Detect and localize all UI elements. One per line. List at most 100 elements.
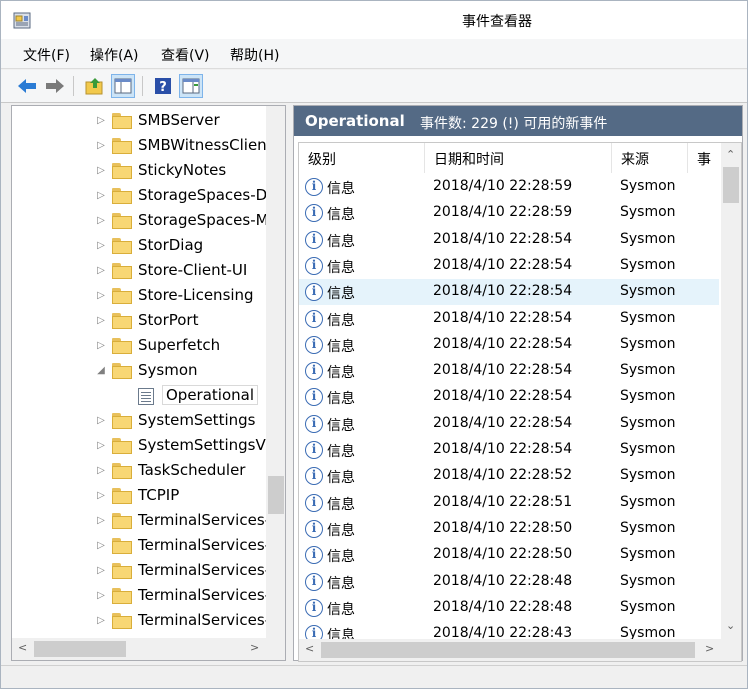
expand-arrow-icon[interactable]: ▷ <box>96 565 106 576</box>
scroll-thumb[interactable] <box>268 476 284 514</box>
expand-arrow-icon[interactable]: ▷ <box>96 340 106 351</box>
event-source: Sysmon <box>620 230 676 247</box>
tree-item[interactable]: ◢ Sysmon <box>12 359 266 384</box>
tree-item[interactable]: ▷ TerminalServices- <box>12 509 270 534</box>
expand-arrow-icon[interactable]: ▷ <box>96 465 106 476</box>
event-row[interactable]: i 信息 2018/4/10 22:28:54 Sysmon <box>299 358 719 384</box>
event-level: 信息 <box>327 233 355 250</box>
event-row[interactable]: i 信息 2018/4/10 22:28:59 Sysmon <box>299 200 719 226</box>
tree-item[interactable]: ▷ SMBServer <box>12 109 266 134</box>
collapse-arrow-icon[interactable]: ◢ <box>96 365 106 376</box>
help-button[interactable]: ? <box>151 74 175 98</box>
menu-view[interactable]: 查看(V) <box>161 45 210 65</box>
event-row[interactable]: i 信息 2018/4/10 22:28:51 Sysmon <box>299 490 719 516</box>
scroll-thumb[interactable] <box>723 167 739 203</box>
column-header-event[interactable]: 事 <box>695 143 721 173</box>
tree-item-label: TerminalServices- <box>138 586 271 604</box>
scroll-left-icon[interactable]: < <box>18 641 27 654</box>
forward-button[interactable] <box>43 74 67 98</box>
tree-horizontal-scrollbar[interactable]: < > <box>12 638 266 660</box>
event-row[interactable]: i 信息 2018/4/10 22:28:54 Sysmon <box>299 411 719 437</box>
tree-item[interactable]: ▷ TaskScheduler <box>12 459 266 484</box>
tree-item[interactable]: ▷ StorPort <box>12 309 266 334</box>
tree-item[interactable]: ▷ TCPIP <box>12 484 266 509</box>
folder-icon <box>112 563 132 579</box>
tree-item[interactable]: ▷ StorDiag <box>12 234 266 259</box>
expand-arrow-icon[interactable]: ▷ <box>96 190 106 201</box>
tree-item[interactable]: ▷ StickyNotes <box>12 159 266 184</box>
event-row[interactable]: i 信息 2018/4/10 22:28:54 Sysmon <box>299 279 719 306</box>
expand-arrow-icon[interactable]: ▷ <box>96 115 106 126</box>
show-hide-console-tree-button[interactable] <box>111 74 135 98</box>
menu-help[interactable]: 帮助(H) <box>230 45 279 65</box>
scroll-up-icon[interactable]: ⌃ <box>726 148 735 161</box>
tree-item[interactable]: ▷ Store-Client-UI <box>12 259 266 284</box>
event-source: Sysmon <box>620 256 676 273</box>
event-row[interactable]: i 信息 2018/4/10 22:28:48 Sysmon <box>299 569 719 595</box>
back-button[interactable] <box>15 74 39 98</box>
scroll-down-icon[interactable]: ⌄ <box>726 619 735 632</box>
tree-item[interactable]: ▷ StorageSpaces-D <box>12 184 267 209</box>
expand-arrow-icon[interactable]: ▷ <box>96 215 106 226</box>
events-vertical-scrollbar[interactable]: ⌃ ⌄ <box>721 143 741 639</box>
scroll-thumb[interactable] <box>321 642 695 658</box>
tree-item[interactable]: ▷ TerminalServices- <box>12 534 270 559</box>
expand-arrow-icon[interactable]: ▷ <box>96 540 106 551</box>
folder-icon <box>112 488 132 504</box>
tree-item[interactable]: Operational <box>12 384 266 409</box>
tree-item[interactable]: ▷ Superfetch <box>12 334 266 359</box>
event-level: 信息 <box>327 207 355 224</box>
tree-item[interactable]: ▷ TerminalServices- <box>12 559 270 584</box>
events-grid[interactable]: 级别 日期和时间 来源 事 i 信息 2018/4/10 22:28:59 Sysmo… <box>298 142 742 662</box>
event-row[interactable]: i 信息 2018/4/10 22:28:54 Sysmon <box>299 227 719 253</box>
tree-item[interactable]: ▷ TerminalServices- <box>12 584 270 609</box>
expand-arrow-icon[interactable]: ▷ <box>96 240 106 251</box>
expand-arrow-icon[interactable]: ▷ <box>96 415 106 426</box>
scroll-right-icon[interactable]: > <box>250 641 259 654</box>
scroll-thumb[interactable] <box>34 641 126 657</box>
event-row[interactable]: i 信息 2018/4/10 22:28:54 Sysmon <box>299 437 719 463</box>
tree-item[interactable]: ▷ StorageSpaces-M <box>12 209 269 234</box>
expand-arrow-icon[interactable]: ▷ <box>96 490 106 501</box>
menu-file[interactable]: 文件(F) <box>23 45 70 65</box>
event-row[interactable]: i 信息 2018/4/10 22:28:59 Sysmon <box>299 174 719 200</box>
scroll-right-icon[interactable]: > <box>705 642 714 655</box>
expand-arrow-icon[interactable]: ▷ <box>96 515 106 526</box>
event-row[interactable]: i 信息 2018/4/10 22:28:48 Sysmon <box>299 595 719 621</box>
tree-item[interactable]: ▷ SMBWitnessClient <box>12 134 273 159</box>
menu-action[interactable]: 操作(A) <box>90 45 139 65</box>
event-row[interactable]: i 信息 2018/4/10 22:28:54 Sysmon <box>299 384 719 410</box>
tree-item[interactable]: ▷ Store-Licensing <box>12 284 266 309</box>
show-hide-action-pane-button[interactable] <box>179 74 203 98</box>
tree-item[interactable]: ▷ SystemSettingsV2 <box>12 434 275 459</box>
expand-arrow-icon[interactable]: ▷ <box>96 615 106 626</box>
expand-arrow-icon[interactable]: ▷ <box>96 265 106 276</box>
console-tree[interactable]: ▷ SMBServer ▷ SMBWitnessClient ▷ StickyNotes ▷… <box>11 105 286 661</box>
column-header-level[interactable]: 级别 <box>299 143 425 173</box>
up-one-level-button[interactable] <box>83 74 107 98</box>
expand-arrow-icon[interactable]: ▷ <box>96 140 106 151</box>
event-row[interactable]: i 信息 2018/4/10 22:28:54 Sysmon <box>299 332 719 358</box>
status-bar <box>1 665 747 688</box>
tree-item[interactable]: ▷ SystemSettings <box>12 409 266 434</box>
column-header-datetime[interactable]: 日期和时间 <box>425 143 612 173</box>
expand-arrow-icon[interactable]: ▷ <box>96 290 106 301</box>
event-source: Sysmon <box>620 572 676 589</box>
expand-arrow-icon[interactable]: ▷ <box>96 315 106 326</box>
folder-icon <box>112 588 132 604</box>
expand-arrow-icon[interactable]: ▷ <box>96 165 106 176</box>
event-row[interactable]: i 信息 2018/4/10 22:28:52 Sysmon <box>299 463 719 489</box>
event-row[interactable]: i 信息 2018/4/10 22:28:54 Sysmon <box>299 253 719 279</box>
event-row[interactable]: i 信息 2018/4/10 22:28:54 Sysmon <box>299 306 719 332</box>
scroll-left-icon[interactable]: < <box>305 642 314 655</box>
tree-vertical-scrollbar[interactable] <box>266 106 285 638</box>
column-header-source[interactable]: 来源 <box>612 143 688 173</box>
tree-item[interactable]: ▷ TerminalServices- <box>12 609 270 634</box>
event-row[interactable]: i 信息 2018/4/10 22:28:50 Sysmon <box>299 516 719 542</box>
event-row[interactable]: i 信息 2018/4/10 22:28:50 Sysmon <box>299 542 719 568</box>
info-icon: i <box>305 309 323 328</box>
expand-arrow-icon[interactable]: ▷ <box>96 590 106 601</box>
title-bar[interactable]: 事件查看器 <box>1 1 747 39</box>
expand-arrow-icon[interactable]: ▷ <box>96 440 106 451</box>
events-horizontal-scrollbar[interactable]: < > <box>299 639 721 661</box>
